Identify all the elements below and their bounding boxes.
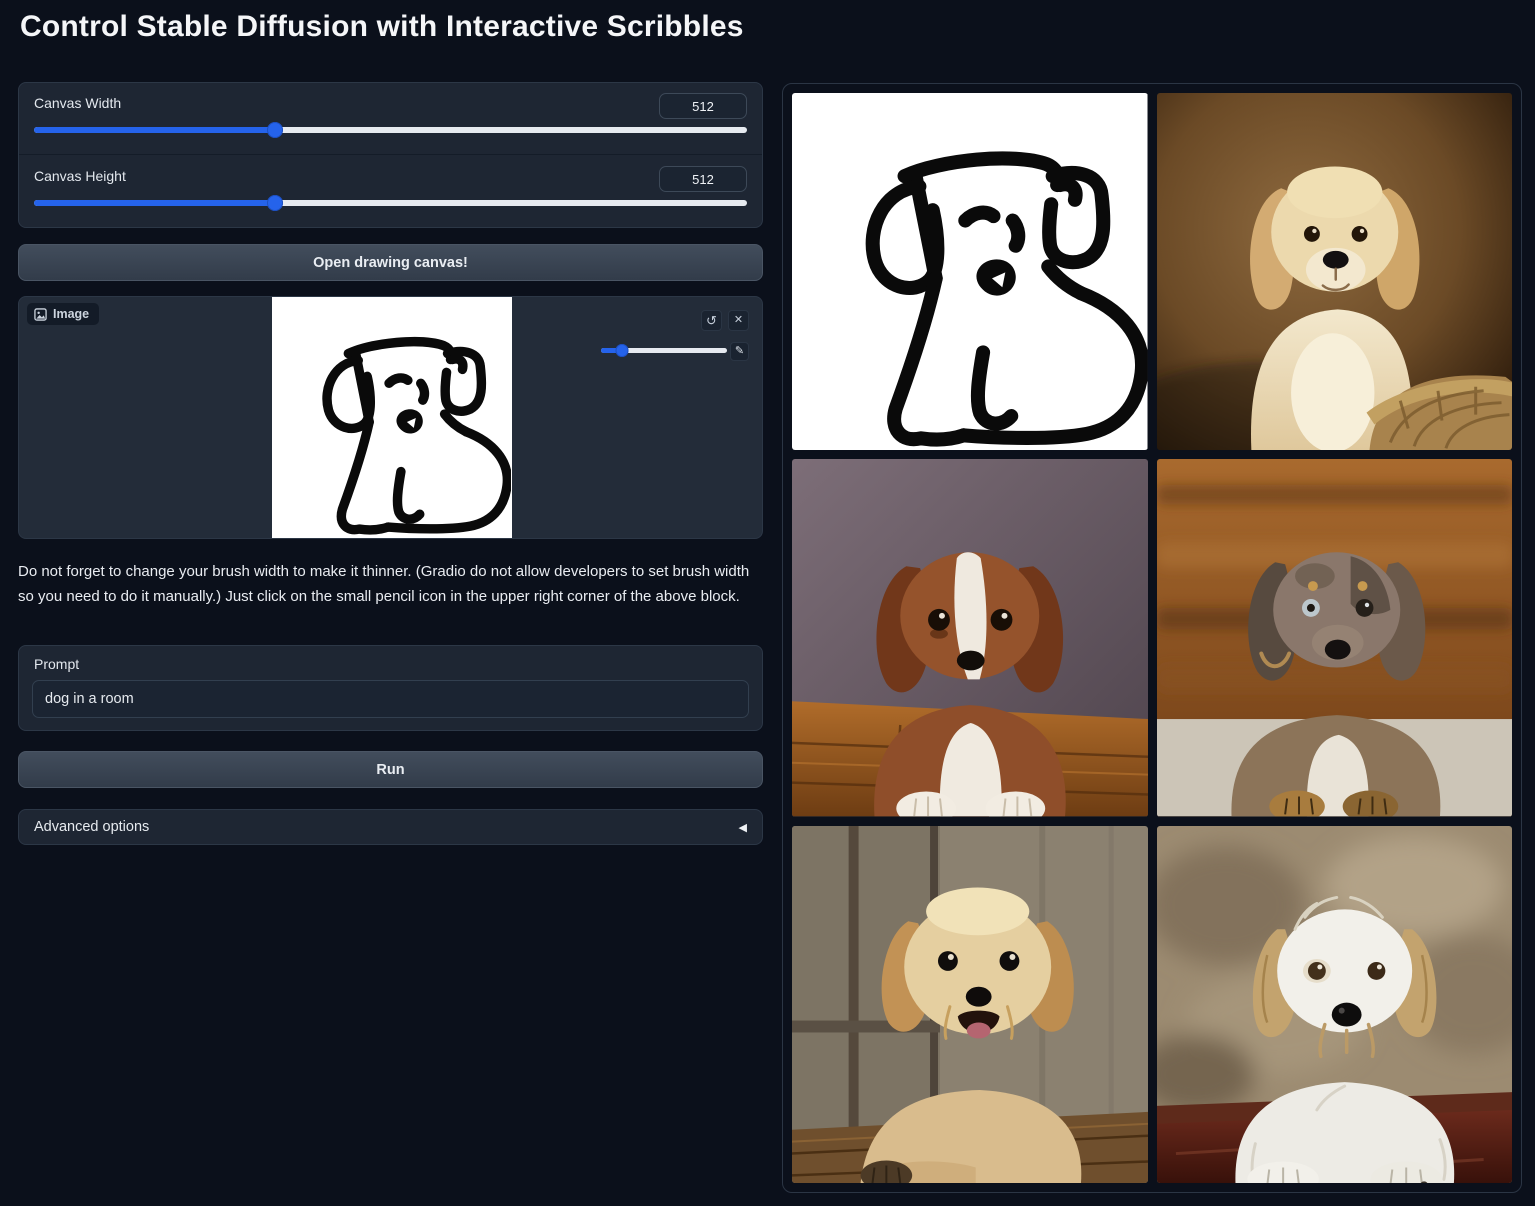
open-drawing-canvas-button[interactable]: Open drawing canvas! xyxy=(18,244,763,281)
canvas-height-value-input[interactable] xyxy=(659,166,747,192)
advanced-options-accordion[interactable]: Advanced options ◀ xyxy=(18,809,763,845)
canvas-size-panel: Canvas Width Canvas Height xyxy=(18,82,763,228)
drawing-canvas[interactable] xyxy=(272,297,512,538)
pencil-icon: ✎ xyxy=(735,346,744,357)
brush-size-slider[interactable] xyxy=(601,348,727,353)
canvas-height-slider-fill xyxy=(34,200,275,206)
undo-icon: ↺ xyxy=(706,314,717,327)
gallery-image-dog-1 xyxy=(1157,93,1513,450)
gallery-image-dog-2 xyxy=(792,459,1148,816)
canvas-width-slider[interactable] xyxy=(34,127,747,133)
close-icon: ✕ xyxy=(734,315,743,326)
canvas-height-slider-thumb[interactable] xyxy=(267,195,283,211)
app-root: Control Stable Diffusion with Interactiv… xyxy=(0,0,1535,1206)
canvas-height-label: Canvas Height xyxy=(34,168,126,184)
prompt-label: Prompt xyxy=(34,656,79,672)
gallery-image-scribble xyxy=(792,93,1148,450)
dog-scribble-drawing xyxy=(272,297,512,538)
chevron-left-icon: ◀ xyxy=(739,821,747,834)
image-label-badge: Image xyxy=(27,303,99,325)
gallery-item-dog-2[interactable] xyxy=(792,459,1148,816)
canvas-width-slider-thumb[interactable] xyxy=(267,122,283,138)
canvas-width-row: Canvas Width xyxy=(19,83,762,155)
gallery-item-dog-5[interactable] xyxy=(1157,826,1513,1183)
gallery-image-dog-3 xyxy=(1157,459,1513,816)
canvas-width-label: Canvas Width xyxy=(34,95,121,111)
image-icon xyxy=(34,308,47,321)
advanced-options-label: Advanced options xyxy=(34,819,149,835)
undo-button[interactable]: ↺ xyxy=(701,310,722,331)
brush-size-slider-thumb[interactable] xyxy=(616,344,629,357)
image-label: Image xyxy=(53,307,89,321)
gallery-item-dog-4[interactable] xyxy=(792,826,1148,1183)
gallery-image-dog-5 xyxy=(1157,826,1513,1183)
clear-button[interactable]: ✕ xyxy=(728,310,749,331)
prompt-input[interactable] xyxy=(32,680,749,718)
gallery-item-dog-3[interactable] xyxy=(1157,459,1513,816)
gallery-image-dog-4 xyxy=(792,826,1148,1183)
gallery-item-scribble[interactable] xyxy=(792,93,1148,450)
brush-width-note: Do not forget to change your brush width… xyxy=(18,559,763,609)
canvas-width-value-input[interactable] xyxy=(659,93,747,119)
run-button[interactable]: Run xyxy=(18,751,763,788)
page-title: Control Stable Diffusion with Interactiv… xyxy=(20,10,744,44)
prompt-panel: Prompt xyxy=(18,645,763,731)
canvas-height-row: Canvas Height xyxy=(19,156,762,228)
image-editor: Image ↺ ✕ ✎ xyxy=(18,296,763,539)
edit-brush-button[interactable]: ✎ xyxy=(730,342,749,361)
canvas-height-slider[interactable] xyxy=(34,200,747,206)
gallery-item-dog-1[interactable] xyxy=(1157,93,1513,450)
results-gallery xyxy=(782,83,1522,1193)
canvas-width-slider-fill xyxy=(34,127,275,133)
